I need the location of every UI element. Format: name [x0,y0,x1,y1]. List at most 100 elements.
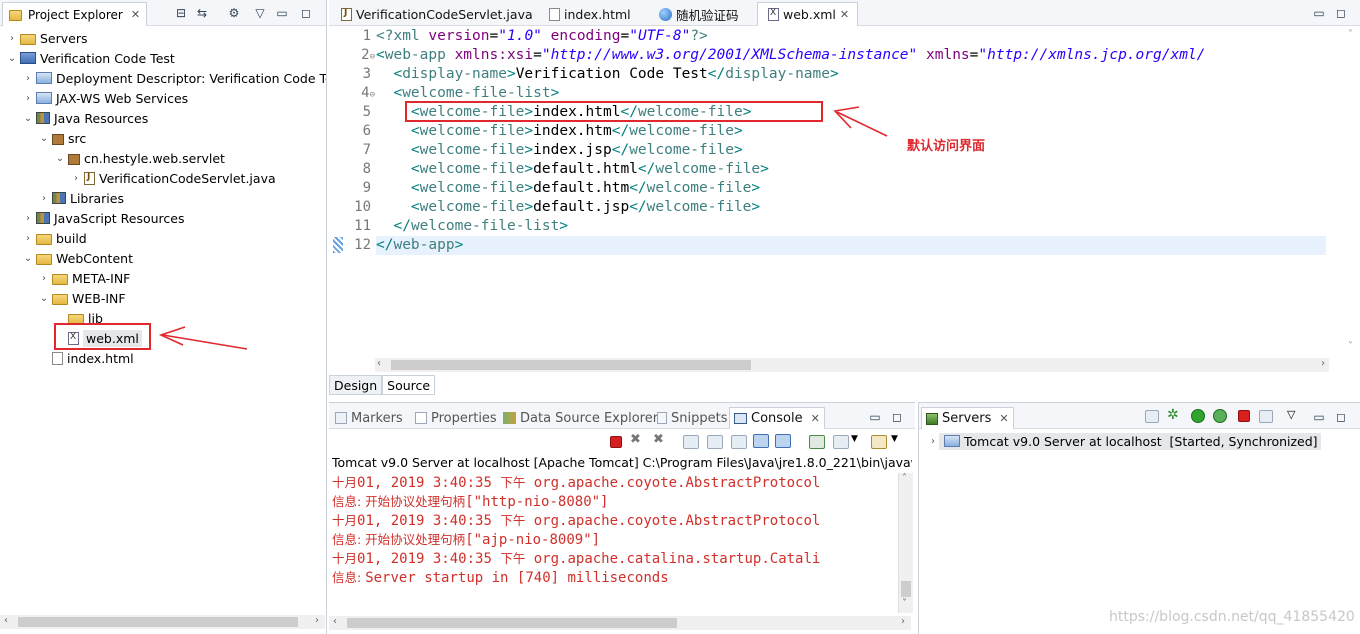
tree-item[interactable]: › Libraries [0,188,124,208]
word-wrap-icon[interactable] [731,435,747,449]
tree-item[interactable]: index.html [0,348,134,368]
tree-item[interactable]: › META-INF [0,268,130,288]
tree-item[interactable]: ⌄ WebContent [0,248,133,268]
tab-properties[interactable]: Properties [411,407,501,429]
tab-project-explorer[interactable]: Project Explorer ✕ [2,2,148,26]
minimize-icon[interactable]: ▭ [1311,409,1327,425]
show-on-stdout-icon[interactable] [753,434,769,448]
start-server-icon[interactable] [1191,409,1205,423]
minimize-icon[interactable]: ▭ [867,409,883,425]
tab-data-source-explorer[interactable]: Data Source Explorer [499,407,662,429]
tab-markers[interactable]: Markers [331,407,407,429]
tree-item[interactable]: ⌄ Java Resources [0,108,148,128]
scroll-right-icon[interactable]: › [315,615,319,626]
scroll-up-icon[interactable]: ˄ [1348,29,1353,40]
fold-icon[interactable]: ⊖ [370,90,375,100]
tree-item[interactable]: › Servers [0,28,88,48]
chevron-right-icon[interactable]: › [6,33,18,44]
maximize-icon[interactable]: ◻ [298,5,314,21]
maximize-icon[interactable]: ◻ [889,409,905,425]
tree-item[interactable]: ⌄ Verification Code Test [0,48,175,68]
tree-item[interactable]: ⌄ src [0,128,86,148]
fold-icon[interactable]: ⊖ [370,52,375,62]
tab-servers[interactable]: Servers ✕ [921,407,1014,429]
tab-verificationcodeservlet[interactable]: VerificationCodeServlet.java [331,2,541,26]
terminate-icon[interactable] [610,436,622,448]
chevron-down-icon[interactable]: ⌄ [54,153,66,164]
console-output[interactable]: 十月01, 2019 3:40:35 下午 org.apache.coyote.… [332,473,898,587]
chevron-down-icon[interactable]: ⌄ [38,293,50,304]
chevron-down-icon[interactable]: ▼ [851,434,858,444]
scroll-left-icon[interactable]: ‹ [4,615,8,626]
code-editor[interactable]: <?xml version="1.0" encoding="UTF-8"?> <… [376,27,1326,255]
scrollbar-thumb[interactable] [901,581,911,597]
chevron-right-icon[interactable]: › [70,173,82,184]
scroll-down-icon[interactable]: ˅ [1348,341,1353,352]
chevron-down-icon[interactable]: ⌄ [38,133,50,144]
chevron-right-icon[interactable]: › [22,213,34,224]
vertical-scrollbar[interactable]: ˄ ˅ [1345,27,1360,357]
scroll-left-icon[interactable]: ‹ [377,358,381,369]
chevron-down-icon[interactable]: ⌄ [22,253,34,264]
clear-console-icon[interactable] [683,435,699,449]
close-icon[interactable]: ✕ [811,412,820,425]
close-icon[interactable]: ✕ [840,8,849,21]
scroll-right-icon[interactable]: › [1321,358,1325,369]
tab-random-captcha[interactable]: 随机验证码 [649,2,747,26]
chevron-down-icon[interactable]: ⌄ [22,113,34,124]
show-on-stderr-icon[interactable] [775,434,791,448]
scroll-up-icon[interactable]: ˄ [902,473,907,484]
remove-launch-icon[interactable]: ✖ [630,432,641,447]
chevron-right-icon[interactable]: › [38,193,50,204]
open-console-icon[interactable] [871,435,887,449]
collapse-icon[interactable] [1145,410,1159,423]
chevron-down-icon[interactable]: ⌄ [6,53,18,64]
tree-item[interactable]: ⌄ WEB-INF [0,288,126,308]
scroll-lock-icon[interactable] [707,435,723,449]
profile-server-icon[interactable] [1213,409,1227,423]
tree-item[interactable]: › build [0,228,87,248]
horizontal-scrollbar[interactable]: ‹ › [375,358,1329,372]
tree-item[interactable]: › VerificationCodeServlet.java [0,168,276,188]
debug-icon[interactable]: ✲ [1167,407,1179,423]
collapse-all-icon[interactable]: ⊟ [173,5,189,21]
link-with-editor-icon[interactable]: ⇆ [194,5,210,21]
tab-design[interactable]: Design [329,375,383,395]
server-row[interactable]: › Tomcat v9.0 Server at localhost [Start… [927,431,1321,451]
scroll-down-icon[interactable]: ˅ [902,598,907,609]
view-menu-icon[interactable]: ▽ [252,5,268,21]
display-selected-console-icon[interactable] [833,435,849,449]
chevron-right-icon[interactable]: › [22,73,34,84]
minimize-icon[interactable]: ▭ [1311,5,1327,21]
close-icon[interactable]: ✕ [131,8,140,21]
chevron-down-icon[interactable]: ▼ [891,434,898,444]
stop-server-icon[interactable] [1238,410,1250,422]
tree-item[interactable]: ⌄ cn.hestyle.web.servlet [0,148,225,168]
close-icon[interactable]: ✕ [999,412,1008,425]
maximize-icon[interactable]: ◻ [1333,5,1349,21]
tab-web-xml[interactable]: web.xml ✕ [757,2,859,26]
pin-console-icon[interactable] [809,435,825,449]
tree-item[interactable]: › JAX-WS Web Services [0,88,188,108]
remove-all-icon[interactable]: ✖ [653,432,664,447]
horizontal-scrollbar[interactable]: ‹ › [329,616,911,630]
scroll-left-icon[interactable]: ‹ [333,616,337,627]
tab-snippets[interactable]: Snippets [653,407,731,429]
scrollbar-thumb[interactable] [18,617,298,627]
tab-index-html[interactable]: index.html [539,2,639,26]
view-menu-icon[interactable]: ▽ [1287,408,1295,421]
publish-icon[interactable] [1259,410,1273,423]
vertical-scrollbar[interactable]: ˄ ˅ [898,473,913,613]
chevron-right-icon[interactable]: › [22,93,34,104]
horizontal-scrollbar[interactable]: ‹ › [0,615,325,629]
tab-source[interactable]: Source [382,375,436,395]
chevron-right-icon[interactable]: › [38,273,50,284]
maximize-icon[interactable]: ◻ [1333,409,1349,425]
filter-icon[interactable]: ⚙ [226,5,242,21]
server-entry[interactable]: Tomcat v9.0 Server at localhost [Started… [939,432,1321,450]
scrollbar-thumb[interactable] [391,360,751,370]
chevron-right-icon[interactable]: › [22,233,34,244]
tree-item[interactable]: › JavaScript Resources [0,208,184,228]
minimize-icon[interactable]: ▭ [274,5,290,21]
scroll-right-icon[interactable]: › [901,616,905,627]
